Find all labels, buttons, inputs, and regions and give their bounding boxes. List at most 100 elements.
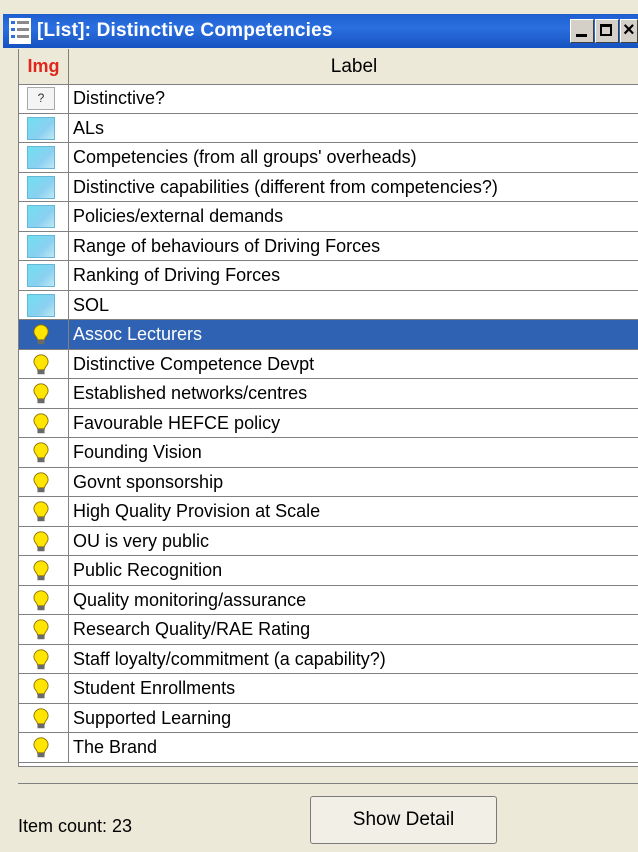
note-icon <box>27 175 55 199</box>
lightbulb-icon <box>33 353 49 374</box>
row-label: Assoc Lecturers <box>73 324 203 344</box>
table-row[interactable]: Research Quality/RAE Rating <box>19 615 638 645</box>
table-row[interactable]: ? Distinctive? <box>19 84 638 114</box>
row-label: High Quality Provision at Scale <box>73 501 321 521</box>
lightbulb-icon <box>33 501 49 522</box>
question-note-icon: ? <box>27 87 55 110</box>
note-icon <box>27 264 55 287</box>
row-icon-cell: ? <box>19 84 69 113</box>
close-button[interactable]: × <box>620 19 638 43</box>
lightbulb-icon <box>33 737 49 758</box>
note-icon <box>27 234 55 258</box>
table-row[interactable]: Established networks/centres <box>19 379 638 409</box>
table-row[interactable]: SOL <box>19 290 638 320</box>
row-label: Range of behaviours of Driving Forces <box>73 235 381 256</box>
table-row[interactable]: High Quality Provision at Scale <box>19 497 638 527</box>
row-label: Favourable HEFCE policy <box>73 412 281 433</box>
row-icon-cell <box>19 290 69 319</box>
maximize-button[interactable] <box>595 19 619 43</box>
row-icon-cell <box>19 261 69 290</box>
row-icon-cell <box>19 349 69 378</box>
note-icon <box>27 205 55 228</box>
table-row[interactable]: Public Recognition <box>19 556 638 586</box>
lightbulb-icon <box>33 707 49 728</box>
title-bar[interactable]: [List]: Distinctive Competencies × <box>3 14 638 48</box>
minimize-button[interactable] <box>570 19 594 43</box>
row-label: Student Enrollments <box>73 678 236 698</box>
row-icon-cell <box>19 615 69 644</box>
row-icon-cell <box>19 733 69 762</box>
row-label: Govnt sponsorship <box>73 471 224 492</box>
table-row[interactable]: Staff loyalty/commitment (a capability?) <box>19 644 638 674</box>
table-row[interactable]: Student Enrollments <box>19 674 638 704</box>
row-label: Research Quality/RAE Rating <box>73 619 311 639</box>
table-row[interactable]: Policies/external demands <box>19 202 638 232</box>
row-icon-cell <box>19 556 69 585</box>
lightbulb-icon <box>33 442 49 463</box>
row-label: Founding Vision <box>73 442 202 462</box>
item-count-label: Item count: 23 <box>18 816 133 836</box>
row-icon-cell <box>19 497 69 526</box>
row-label: Supported Learning <box>73 707 232 728</box>
window-title: [List]: Distinctive Competencies <box>37 20 333 41</box>
table-row[interactable]: ALs <box>19 113 638 143</box>
maximize-icon <box>600 24 612 36</box>
row-label: Staff loyalty/commitment (a capability?) <box>73 648 386 669</box>
note-icon <box>27 146 55 169</box>
row-icon-cell <box>19 231 69 260</box>
note-icon <box>27 116 55 140</box>
row-icon-cell <box>19 408 69 437</box>
row-label: Ranking of Driving Forces <box>73 265 281 285</box>
lightbulb-icon <box>33 619 49 640</box>
row-label: Distinctive Competence Devpt <box>73 353 315 374</box>
row-label: OU is very public <box>73 530 210 551</box>
row-icon-cell <box>19 202 69 231</box>
table-row[interactable]: The Brand <box>19 733 638 763</box>
row-icon-cell <box>19 703 69 732</box>
table-row[interactable]: Range of behaviours of Driving Forces <box>19 231 638 261</box>
column-header-label[interactable]: Label <box>69 49 638 84</box>
list-window: [List]: Distinctive Competencies × Img L… <box>0 0 638 852</box>
lightbulb-icon <box>33 471 49 492</box>
table-row[interactable]: Supported Learning <box>19 703 638 733</box>
row-icon-cell <box>19 379 69 408</box>
row-label: Distinctive capabilities (different from… <box>73 176 498 197</box>
row-icon-cell <box>19 113 69 142</box>
row-label: Public Recognition <box>73 560 223 580</box>
row-label: ALs <box>73 117 105 138</box>
lightbulb-icon <box>33 648 49 669</box>
table-row[interactable]: Competencies (from all groups' overheads… <box>19 143 638 173</box>
footer: Item count: 23 Show Detail <box>0 782 638 852</box>
table-row[interactable]: Assoc Lecturers <box>19 320 638 350</box>
row-icon-cell <box>19 467 69 496</box>
row-label: Established networks/centres <box>73 383 308 403</box>
row-label: Policies/external demands <box>73 206 284 226</box>
row-label: Distinctive? <box>73 88 166 108</box>
table-row[interactable]: Founding Vision <box>19 438 638 468</box>
table-rows: ? Distinctive? ALs Competencies (from all g… <box>19 84 638 763</box>
table-row[interactable]: Favourable HEFCE policy <box>19 408 638 438</box>
table-header: Img Label <box>19 49 638 85</box>
minimize-icon <box>576 34 587 37</box>
show-detail-button[interactable]: Show Detail <box>310 796 497 844</box>
lightbulb-icon <box>33 530 49 551</box>
table-row[interactable]: Quality monitoring/assurance <box>19 585 638 615</box>
row-icon-cell <box>19 644 69 673</box>
list-app-icon <box>9 18 31 44</box>
table-row[interactable]: OU is very public <box>19 526 638 556</box>
table-row[interactable]: Distinctive capabilities (different from… <box>19 172 638 202</box>
item-list-table: Img Label ? Distinctive? ALs Competencies (… <box>18 49 638 766</box>
table-row[interactable]: Ranking of Driving Forces <box>19 261 638 291</box>
row-label: The Brand <box>73 737 158 757</box>
lightbulb-icon <box>33 383 49 404</box>
lightbulb-icon <box>33 589 49 610</box>
row-icon-cell <box>19 526 69 555</box>
row-icon-cell <box>19 172 69 201</box>
column-header-img[interactable]: Img <box>19 49 69 84</box>
row-icon-cell <box>19 143 69 172</box>
row-label: SOL <box>73 294 110 315</box>
row-icon-cell <box>19 438 69 467</box>
row-label: Quality monitoring/assurance <box>73 589 307 610</box>
table-row[interactable]: Govnt sponsorship <box>19 467 638 497</box>
table-row[interactable]: Distinctive Competence Devpt <box>19 349 638 379</box>
